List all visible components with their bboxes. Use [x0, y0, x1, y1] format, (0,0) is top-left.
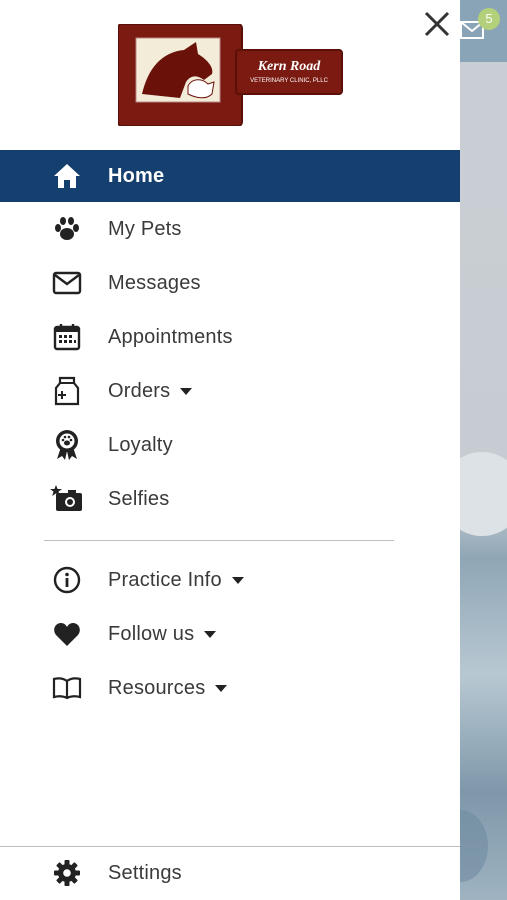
- heart-icon: [50, 617, 84, 651]
- background-app: [460, 0, 507, 900]
- home-icon: [50, 159, 84, 193]
- paw-icon: [50, 212, 84, 246]
- gear-icon: [50, 856, 84, 890]
- chevron-down-icon: [215, 684, 228, 692]
- calendar-icon: [50, 320, 84, 354]
- menu-item-label: Practice Info: [108, 569, 244, 592]
- camera-star-icon: [50, 482, 84, 516]
- menu-item-my-pets[interactable]: My Pets: [0, 202, 460, 256]
- menu-item-orders[interactable]: Orders: [0, 364, 460, 418]
- book-icon: [50, 671, 84, 705]
- primary-menu: Home My Pets Messages Appointments Order…: [0, 150, 460, 526]
- menu-item-resources[interactable]: Resources: [0, 661, 460, 715]
- food-bag-icon: [50, 374, 84, 408]
- menu-item-label: My Pets: [108, 217, 182, 240]
- menu-item-label: Follow us: [108, 623, 217, 646]
- logo-title: Kern Road: [257, 59, 322, 74]
- background-badge: 5: [478, 8, 500, 30]
- menu-item-label: Resources: [108, 677, 228, 700]
- envelope-icon: [50, 266, 84, 300]
- clinic-logo: Kern Road VETERINARY CLINIC, PLLC: [118, 24, 343, 126]
- menu-item-practice-info[interactable]: Practice Info: [0, 553, 460, 607]
- navigation-drawer: Kern Road VETERINARY CLINIC, PLLC Home M…: [0, 0, 460, 900]
- menu-item-loyalty[interactable]: Loyalty: [0, 418, 460, 472]
- menu-item-selfies[interactable]: Selfies: [0, 472, 460, 526]
- menu-item-label: Messages: [108, 271, 201, 294]
- menu-item-appointments[interactable]: Appointments: [0, 310, 460, 364]
- award-ribbon-icon: [50, 428, 84, 462]
- menu-item-home[interactable]: Home: [0, 150, 460, 202]
- menu-item-messages[interactable]: Messages: [0, 256, 460, 310]
- secondary-menu: Practice Info Follow us Resources: [0, 553, 460, 715]
- menu-item-label: Loyalty: [108, 433, 173, 456]
- menu-item-settings[interactable]: Settings: [0, 846, 460, 900]
- menu-item-label: Selfies: [108, 487, 170, 510]
- menu-item-label: Appointments: [108, 325, 233, 348]
- close-icon[interactable]: [421, 8, 453, 40]
- menu-item-label: Settings: [108, 861, 182, 884]
- menu-item-follow-us[interactable]: Follow us: [0, 607, 460, 661]
- chevron-down-icon: [231, 576, 244, 584]
- logo-subtitle: VETERINARY CLINIC, PLLC: [250, 78, 328, 84]
- menu-item-label: Orders: [108, 380, 193, 403]
- info-icon: [50, 563, 84, 597]
- chevron-down-icon: [180, 387, 193, 395]
- menu-item-label: Home: [108, 164, 165, 187]
- menu-divider: [44, 540, 394, 541]
- chevron-down-icon: [204, 630, 217, 638]
